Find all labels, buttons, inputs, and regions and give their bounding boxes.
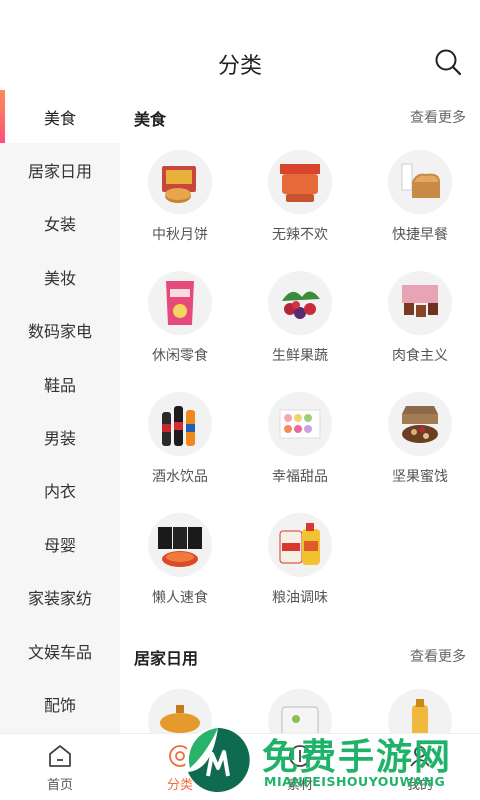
subcategory-item[interactable]: 酒水饮品 bbox=[120, 382, 240, 503]
section-title: 美食 bbox=[134, 110, 167, 129]
subcategory-item[interactable]: 无辣不欢 bbox=[240, 140, 360, 261]
sidebar-item-label: 居家日用 bbox=[27, 162, 92, 182]
subcategory-item[interactable]: 坚果蜜饯 bbox=[360, 382, 480, 503]
grain-oil-image bbox=[268, 513, 332, 577]
sidebar-item-label: 母婴 bbox=[43, 535, 76, 555]
watermark-subtitle: MIANFEISHOUYOUWANG bbox=[264, 774, 446, 789]
subcategory-label: 坚果蜜饯 bbox=[392, 469, 448, 485]
subcategory-label: 懒人速食 bbox=[152, 590, 208, 606]
fresh-fruit-image bbox=[268, 271, 332, 335]
subcategory-label: 无辣不欢 bbox=[272, 227, 328, 243]
sidebar-item-beauty[interactable]: 美妆 bbox=[0, 250, 120, 303]
subcategory-label: 粮油调味 bbox=[272, 590, 328, 606]
subcategory-label: 肉食主义 bbox=[392, 348, 448, 364]
subcategory-label: 生鲜果蔬 bbox=[272, 348, 328, 364]
sidebar-item-underwear[interactable]: 内衣 bbox=[0, 464, 120, 517]
sidebar-item-accessories[interactable]: 配饰 bbox=[0, 677, 120, 730]
sidebar-item-label: 文娱车品 bbox=[27, 642, 92, 662]
watermark: 免费手游网 MIANFEISHOUYOUWANG bbox=[180, 722, 480, 800]
view-more-link[interactable]: 查看更多 bbox=[410, 646, 466, 666]
home-icon bbox=[49, 745, 71, 767]
sidebar-item-household[interactable]: 居家日用 bbox=[0, 143, 120, 196]
subcategory-item[interactable]: 生鲜果蔬 bbox=[240, 261, 360, 382]
sidebar-item-food[interactable]: 美食 bbox=[0, 90, 120, 144]
app-header: 分类 bbox=[0, 0, 480, 90]
sidebar-item-home-textile[interactable]: 家装家纺 bbox=[0, 571, 120, 624]
subcategory-item[interactable]: 肉食主义 bbox=[360, 261, 480, 382]
section-header-household: 居家日用 查看更多 bbox=[120, 629, 480, 679]
view-more-link[interactable]: 查看更多 bbox=[410, 107, 466, 127]
sidebar-item-label: 美妆 bbox=[43, 268, 76, 288]
spicy-snack-image bbox=[268, 150, 332, 214]
sidebar-item-womens-clothing[interactable]: 女装 bbox=[0, 197, 120, 250]
subcategory-item[interactable]: 快捷早餐 bbox=[360, 140, 480, 261]
subcategory-item[interactable]: 幸福甜品 bbox=[240, 382, 360, 503]
watermark-logo-icon bbox=[185, 727, 251, 793]
sidebar-item-label: 数码家电 bbox=[27, 322, 92, 342]
sidebar-item-label: 家装家纺 bbox=[27, 589, 92, 609]
watermark-title: 免费手游网 bbox=[262, 737, 453, 778]
sidebar-item-label: 配饰 bbox=[43, 695, 76, 715]
nuts-image bbox=[388, 392, 452, 456]
sidebar-item-shoes[interactable]: 鞋品 bbox=[0, 357, 120, 410]
subcategory-item[interactable]: 休闲零食 bbox=[120, 261, 240, 382]
subcategory-label: 中秋月饼 bbox=[152, 227, 208, 243]
sidebar-item-label: 内衣 bbox=[43, 482, 76, 502]
dessert-image bbox=[268, 392, 332, 456]
subcategory-item[interactable]: 粮油调味 bbox=[240, 503, 360, 624]
sidebar-item-label: 美食 bbox=[43, 108, 76, 128]
sidebar-item-label: 男装 bbox=[43, 429, 76, 449]
subcategory-label: 幸福甜品 bbox=[272, 469, 328, 485]
sidebar-item-electronics[interactable]: 数码家电 bbox=[0, 304, 120, 357]
subcategory-grid: 中秋月饼 无辣不欢 快捷早餐 休闲零食 生鲜果蔬 肉食主义 酒水饮品 幸福甜品 … bbox=[120, 140, 480, 624]
breakfast-image bbox=[388, 150, 452, 214]
snack-image bbox=[148, 271, 212, 335]
subcategory-item[interactable]: 懒人速食 bbox=[120, 503, 240, 624]
sidebar-item-label: 鞋品 bbox=[43, 375, 76, 395]
nav-home[interactable]: 首页 bbox=[0, 734, 120, 800]
sidebar-item-mens-clothing[interactable]: 男装 bbox=[0, 410, 120, 463]
instant-food-image bbox=[148, 513, 212, 577]
mooncake-image bbox=[148, 150, 212, 214]
page-title: 分类 bbox=[217, 54, 262, 79]
meat-image bbox=[388, 271, 452, 335]
section-header-food: 美食 查看更多 bbox=[120, 90, 480, 140]
nav-label: 首页 bbox=[46, 778, 73, 793]
subcategory-item[interactable]: 中秋月饼 bbox=[120, 140, 240, 261]
sidebar-item-baby[interactable]: 母婴 bbox=[0, 517, 120, 570]
subcategory-label: 酒水饮品 bbox=[152, 469, 208, 485]
sidebar-item-label: 女装 bbox=[43, 215, 76, 235]
subcategory-label: 休闲零食 bbox=[152, 348, 208, 364]
category-content: 美食 查看更多 中秋月饼 无辣不欢 快捷早餐 休闲零食 生鲜果蔬 肉食主义 酒水… bbox=[120, 90, 480, 733]
section-title: 居家日用 bbox=[134, 649, 199, 668]
subcategory-label: 快捷早餐 bbox=[392, 227, 448, 243]
search-icon[interactable] bbox=[434, 48, 462, 76]
drinks-image bbox=[148, 392, 212, 456]
sidebar-item-entertainment-car[interactable]: 文娱车品 bbox=[0, 624, 120, 677]
category-sidebar: 美食 居家日用 女装 美妆 数码家电 鞋品 男装 内衣 母婴 家装家纺 文娱车品… bbox=[0, 90, 120, 733]
